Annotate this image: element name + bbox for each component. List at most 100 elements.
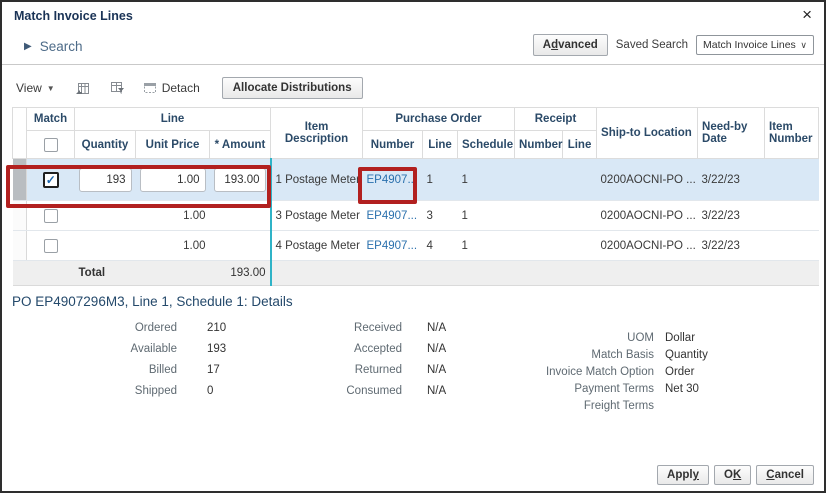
detail-label: Accepted bbox=[257, 343, 402, 355]
detail-row-consumed: ConsumedN/A bbox=[257, 385, 446, 397]
total-label: Total bbox=[75, 261, 136, 286]
col-header-receipt-number: Number bbox=[515, 131, 563, 159]
ok-label-mnemonic: K bbox=[733, 469, 741, 481]
receipt-number-cell bbox=[515, 159, 563, 201]
po-line-cell: 1 bbox=[423, 159, 458, 201]
detail-row-ordered: Ordered210 bbox=[32, 322, 226, 334]
detail-value: Order bbox=[665, 366, 694, 378]
item-description-cell: 1 Postage Meter L... bbox=[271, 159, 363, 201]
amount-cell bbox=[210, 159, 271, 201]
query-by-example-icon[interactable] bbox=[110, 81, 125, 95]
detail-value: N/A bbox=[427, 385, 446, 397]
advanced-button[interactable]: Advanced bbox=[533, 34, 608, 56]
total-empty-cell bbox=[27, 261, 75, 286]
check-icon: ✓ bbox=[46, 173, 56, 187]
ship-to-cell: 0200AOCNI-PO ... bbox=[597, 159, 698, 201]
po-line-cell: 3 bbox=[423, 201, 458, 231]
total-amount: 193.00 bbox=[210, 261, 271, 286]
col-header-po-number: Number bbox=[363, 131, 423, 159]
detail-label: Invoice Match Option bbox=[462, 366, 654, 378]
detail-label: Payment Terms bbox=[462, 383, 654, 395]
detail-row-returned: ReturnedN/A bbox=[257, 364, 446, 376]
detail-value: N/A bbox=[427, 322, 446, 334]
detail-value: 17 bbox=[207, 364, 220, 376]
col-header-amount: * Amount bbox=[210, 131, 271, 159]
row-header-cell[interactable] bbox=[13, 201, 27, 231]
col-header-unit-price: Unit Price bbox=[136, 131, 210, 159]
po-number-link[interactable]: EP4907... bbox=[367, 240, 418, 252]
detail-label: Returned bbox=[257, 364, 402, 376]
ship-to-cell: 0200AOCNI-PO ... bbox=[597, 231, 698, 261]
col-header-need-by-date: Need-by Date bbox=[698, 108, 765, 159]
match-invoice-lines-dialog: Match Invoice Lines × ▶ Search Advanced … bbox=[0, 0, 826, 493]
po-schedule-cell: 1 bbox=[458, 159, 515, 201]
row-header-cell[interactable] bbox=[13, 231, 27, 261]
table-row[interactable]: 1.00 3 Postage Meter L... EP4907... 3 1 … bbox=[13, 201, 819, 231]
freeze-icon[interactable] bbox=[75, 81, 90, 95]
dialog-title: Match Invoice Lines bbox=[14, 9, 133, 23]
col-header-quantity: Quantity bbox=[75, 131, 136, 159]
detail-value: Quantity bbox=[665, 349, 708, 361]
quantity-input[interactable] bbox=[79, 168, 132, 192]
search-expander[interactable]: ▶ Search bbox=[24, 39, 82, 54]
unit-price-input[interactable] bbox=[140, 168, 206, 192]
detail-value: 0 bbox=[207, 385, 213, 397]
amount-cell bbox=[210, 231, 271, 261]
table-row[interactable]: ✓ 1 Postage Meter L... EP4907... 1 1 020… bbox=[13, 159, 819, 201]
ok-button[interactable]: OK bbox=[714, 465, 751, 485]
details-receipt-block: ReceivedN/A AcceptedN/A ReturnedN/A Cons… bbox=[257, 322, 446, 406]
po-schedule-cell: 1 bbox=[458, 231, 515, 261]
cancel-label-post: ancel bbox=[775, 469, 804, 481]
apply-button[interactable]: Apply bbox=[657, 465, 709, 485]
total-row-header bbox=[13, 261, 27, 286]
expand-triangle-icon: ▶ bbox=[24, 41, 32, 52]
col-header-item-number: Item Number bbox=[765, 108, 819, 159]
details-quantities-block: Ordered210 Available193 Billed17 Shipped… bbox=[32, 322, 226, 406]
po-number-link[interactable]: EP4907... bbox=[367, 174, 418, 186]
dialog-titlebar: Match Invoice Lines × bbox=[2, 2, 824, 28]
item-description-cell: 3 Postage Meter L... bbox=[271, 201, 363, 231]
match-checkbox-checked[interactable]: ✓ bbox=[43, 172, 59, 188]
chevron-down-icon: ∨ bbox=[800, 40, 807, 51]
saved-search-label: Saved Search bbox=[616, 39, 688, 51]
match-checkbox[interactable] bbox=[44, 209, 58, 223]
detail-label: Match Basis bbox=[462, 349, 654, 361]
saved-search-value: Match Invoice Lines bbox=[703, 39, 796, 51]
col-group-purchase-order: Purchase Order bbox=[363, 108, 515, 131]
detail-value: 210 bbox=[207, 322, 226, 334]
detail-value: 193 bbox=[207, 343, 226, 355]
saved-search-dropdown[interactable]: Match Invoice Lines ∨ bbox=[696, 35, 814, 55]
total-filler bbox=[271, 261, 819, 286]
receipt-line-cell bbox=[563, 201, 597, 231]
detach-button[interactable]: Detach bbox=[143, 81, 200, 95]
detail-row-billed: Billed17 bbox=[32, 364, 226, 376]
cancel-label-mnemonic: C bbox=[766, 469, 774, 481]
details-panel: Ordered210 Available193 Billed17 Shipped… bbox=[2, 309, 824, 457]
allocate-distributions-button[interactable]: Allocate Distributions bbox=[222, 77, 363, 99]
receipt-number-cell bbox=[515, 201, 563, 231]
match-cell bbox=[27, 201, 75, 231]
po-number-cell: EP4907... bbox=[363, 231, 423, 261]
col-header-item-description: Item Description bbox=[271, 108, 363, 159]
view-menu-button[interactable]: View ▼ bbox=[16, 81, 55, 95]
match-checkbox[interactable] bbox=[44, 239, 58, 253]
po-number-link[interactable]: EP4907... bbox=[367, 210, 418, 222]
unit-price-cell: 1.00 bbox=[136, 231, 210, 261]
select-all-checkbox[interactable] bbox=[44, 138, 58, 152]
table-row[interactable]: 1.00 4 Postage Meter L... EP4907... 4 1 … bbox=[13, 231, 819, 261]
row-header-cell[interactable] bbox=[13, 159, 27, 201]
apply-label-mnemonic: y bbox=[693, 469, 699, 481]
cancel-button[interactable]: Cancel bbox=[756, 465, 814, 485]
detail-row-uom: UOMDollar bbox=[462, 332, 708, 344]
detach-icon bbox=[143, 82, 157, 94]
ship-to-cell: 0200AOCNI-PO ... bbox=[597, 201, 698, 231]
amount-input[interactable] bbox=[214, 168, 266, 192]
po-line-cell: 4 bbox=[423, 231, 458, 261]
dialog-footer: Apply OK Cancel bbox=[657, 465, 814, 485]
detail-row-received: ReceivedN/A bbox=[257, 322, 446, 334]
advanced-label-pre: A bbox=[543, 39, 551, 51]
amount-label: Amount bbox=[222, 139, 265, 151]
detail-row-freight-terms: Freight Terms bbox=[462, 400, 708, 412]
close-icon[interactable]: × bbox=[802, 6, 812, 24]
detail-row-match-basis: Match Basis Quantity bbox=[462, 349, 708, 361]
